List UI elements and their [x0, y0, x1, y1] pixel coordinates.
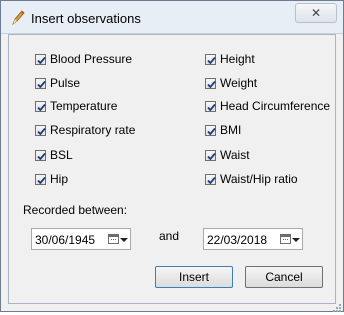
checkbox-box[interactable] [35, 149, 46, 161]
checkbox-label: Head Circumference [220, 99, 331, 113]
insert-observations-dialog: Insert observations ✕ Blood Pressure Pul… [0, 0, 344, 312]
from-date-value: 30/06/1945 [35, 233, 96, 247]
checkbox-temperature[interactable]: Temperature [35, 98, 117, 114]
insert-button[interactable]: Insert [155, 266, 233, 288]
checkbox-respiratory-rate[interactable]: Respiratory rate [35, 122, 135, 138]
checkbox-box[interactable] [205, 173, 216, 185]
checkbox-box[interactable] [205, 77, 216, 89]
to-date-value: 22/03/2018 [207, 233, 268, 247]
checkbox-box[interactable] [205, 53, 216, 65]
close-button[interactable]: ✕ [295, 3, 337, 23]
checkbox-blood-pressure[interactable]: Blood Pressure [35, 51, 132, 67]
checkbox-box[interactable] [35, 100, 46, 112]
checkbox-height[interactable]: Height [205, 51, 255, 67]
checkbox-waist[interactable]: Waist [205, 147, 250, 163]
checkbox-label: Temperature [50, 99, 118, 113]
checkbox-box[interactable] [35, 173, 46, 185]
checkbox-box[interactable] [35, 53, 46, 65]
resize-grip-icon[interactable] [333, 301, 341, 312]
checkbox-box[interactable] [35, 124, 46, 136]
and-label: and [159, 229, 180, 243]
checkbox-label: Weight [220, 76, 258, 90]
checkbox-label: Waist [220, 148, 250, 162]
close-icon: ✕ [310, 6, 322, 20]
checkbox-label: BSL [50, 148, 73, 162]
checkbox-label: Waist/Hip ratio [220, 172, 298, 186]
window-title: Insert observations [31, 11, 141, 26]
pencil-icon [11, 9, 25, 26]
checkbox-box[interactable] [205, 149, 216, 161]
checkbox-label: Hip [50, 172, 69, 186]
checkbox-label: Pulse [50, 76, 81, 90]
checkbox-label: Blood Pressure [50, 52, 133, 66]
calendar-icon[interactable] [280, 234, 291, 244]
checkbox-bsl[interactable]: BSL [35, 147, 73, 163]
checkbox-label: Respiratory rate [50, 123, 136, 137]
from-date-picker[interactable]: 30/06/1945 [31, 228, 131, 250]
chevron-down-icon[interactable] [120, 238, 128, 242]
checkbox-head-circumference[interactable]: Head Circumference [205, 98, 330, 114]
checkbox-label: BMI [220, 123, 242, 137]
checkbox-bmi[interactable]: BMI [205, 122, 241, 138]
calendar-icon[interactable] [108, 234, 119, 244]
dialog-body: Blood Pressure Pulse Temperature Respira… [8, 34, 336, 304]
recorded-between-label: Recorded between: [23, 203, 128, 217]
cancel-button[interactable]: Cancel [245, 266, 323, 288]
checkbox-pulse[interactable]: Pulse [35, 75, 80, 91]
checkbox-box[interactable] [35, 77, 46, 89]
checkbox-waist-hip-ratio[interactable]: Waist/Hip ratio [205, 171, 298, 187]
checkbox-weight[interactable]: Weight [205, 75, 257, 91]
chevron-down-icon[interactable] [292, 238, 300, 242]
title-bar[interactable]: Insert observations ✕ [1, 1, 343, 34]
checkbox-box[interactable] [205, 124, 216, 136]
checkbox-label: Height [220, 52, 255, 66]
checkbox-box[interactable] [205, 100, 216, 112]
checkbox-hip[interactable]: Hip [35, 171, 68, 187]
to-date-picker[interactable]: 22/03/2018 [203, 228, 303, 250]
